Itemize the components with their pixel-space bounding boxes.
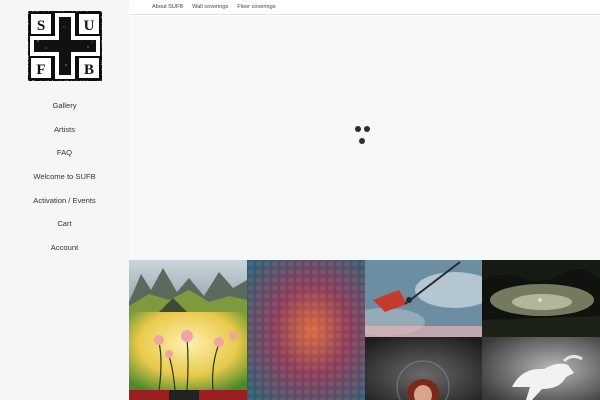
cross-logo-icon: S U F B: [28, 11, 102, 81]
gallery-tile-red-abstract[interactable]: [129, 390, 247, 400]
logo-letter-f: F: [36, 62, 45, 78]
gallery-tile-mountain-landscape[interactable]: [129, 260, 247, 312]
sidebar-item-gallery[interactable]: Gallery: [0, 96, 129, 120]
logo-letter-b: B: [84, 62, 94, 78]
gallery-tile-pink-flowers[interactable]: [129, 312, 247, 390]
top-nav-about[interactable]: About SUFB: [152, 4, 183, 10]
gallery-tile-colorful-mosaic[interactable]: [247, 260, 365, 400]
gallery-tile-red-haired-portrait[interactable]: [365, 337, 482, 400]
loading-dots-icon: [353, 126, 375, 148]
logo-letter-u: U: [84, 18, 95, 34]
sidebar-item-cart[interactable]: Cart: [0, 214, 129, 238]
gallery-tile-white-horse[interactable]: [482, 337, 600, 400]
gallery-grid: [129, 260, 600, 400]
sidebar-item-welcome[interactable]: Welcome to SUFB: [0, 167, 129, 191]
logo-letter-s: S: [37, 18, 45, 34]
top-nav: About SUFB Wall coverings Floor covering…: [129, 0, 600, 15]
logo[interactable]: S U F B: [28, 11, 102, 81]
gallery-tile-misty-forest[interactable]: [482, 260, 600, 337]
top-nav-wall-coverings[interactable]: Wall coverings: [192, 4, 228, 10]
sidebar-item-account[interactable]: Account: [0, 238, 129, 262]
sidebar: S U F B Gallery Artists FAQ Welcome to S…: [0, 0, 129, 400]
sidebar-item-faq[interactable]: FAQ: [0, 143, 129, 167]
gallery-tile-flying-figure[interactable]: [365, 260, 482, 337]
sidebar-item-artists[interactable]: Artists: [0, 120, 129, 144]
content-area: [129, 16, 600, 260]
sidebar-nav: Gallery Artists FAQ Welcome to SUFB Acti…: [0, 96, 129, 262]
top-nav-floor-coverings[interactable]: Floor coverings: [237, 4, 275, 10]
sidebar-item-activation-events[interactable]: Activation / Events: [0, 191, 129, 215]
